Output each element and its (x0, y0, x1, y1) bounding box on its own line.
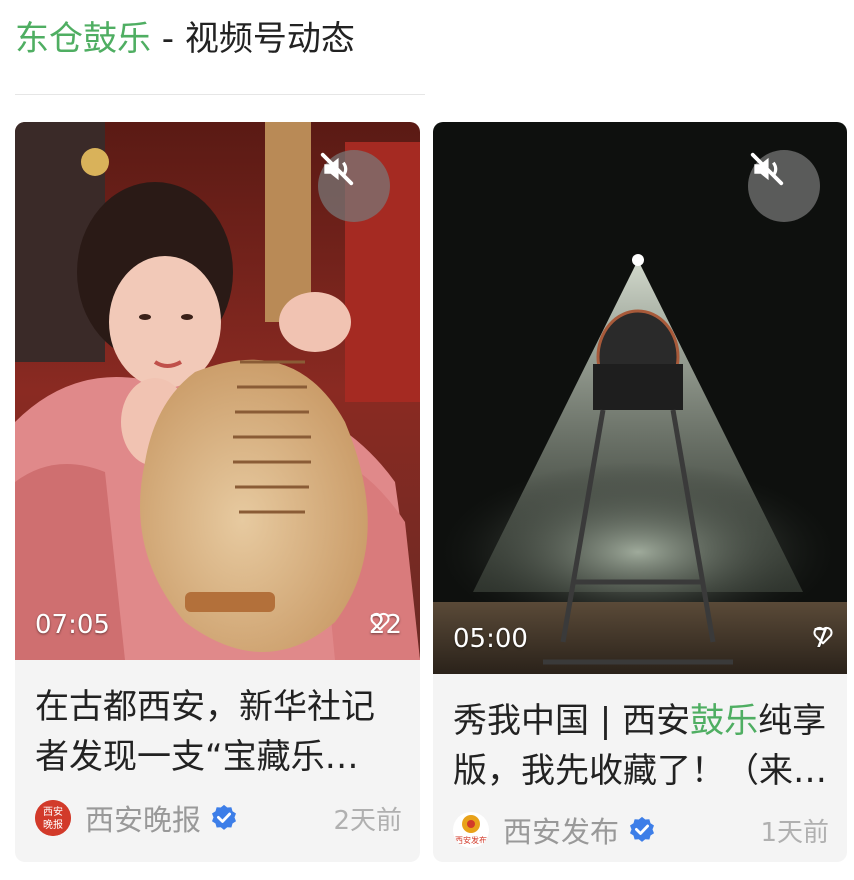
mute-button[interactable] (748, 150, 820, 222)
post-time: 1天前 (760, 817, 829, 848)
page-subtitle: - 视频号动态 (151, 19, 355, 59)
page-title: 东仓鼓乐 - 视频号动态 (15, 14, 355, 64)
source-name[interactable]: 西安发布 (503, 809, 619, 851)
header-divider (15, 94, 425, 95)
video-card[interactable]: 07:05 22 在古都西安，新华社记者发现一支“宝藏乐… 西安 晚报 西安晚报… (15, 122, 420, 862)
avatar[interactable]: 西安 晚报 (35, 800, 71, 836)
avatar[interactable]: 西安发布 (453, 812, 489, 848)
video-duration: 07:05 (35, 610, 110, 640)
verified-icon (630, 816, 655, 842)
video-thumbnail[interactable]: 05:00 7 (433, 122, 847, 674)
video-card[interactable]: 05:00 7 秀我中国 | 西安鼓乐纯享版，我先收藏了！（来… 西安发布 西安… (433, 122, 847, 862)
video-title-highlight: 鼓乐 (690, 701, 759, 741)
post-time: 2天前 (333, 805, 402, 836)
mute-button[interactable] (318, 150, 390, 222)
account-name[interactable]: 东仓鼓乐 (15, 19, 151, 59)
mute-icon (750, 152, 784, 186)
source-logo: 西安 晚报 (35, 800, 71, 836)
video-duration: 05:00 (453, 624, 528, 654)
svg-text:西安: 西安 (43, 805, 63, 818)
source-logo: 西安发布 (455, 815, 487, 845)
like-count[interactable]: 22 (369, 610, 402, 640)
svg-text:西安发布: 西安发布 (455, 835, 487, 845)
svg-text:晚报: 晚报 (43, 818, 63, 831)
heart-icon (370, 612, 390, 631)
heart-icon (813, 626, 833, 645)
source-name[interactable]: 西安晚报 (85, 797, 201, 839)
video-meta: 西安发布 西安发布 1天前 (453, 810, 829, 850)
mute-icon (320, 152, 354, 186)
video-title-start: 秀我中国 | 西安 (453, 701, 691, 741)
video-title[interactable]: 秀我中国 | 西安鼓乐纯享版，我先收藏了！（来… (453, 696, 829, 796)
like-count[interactable]: 7 (812, 624, 833, 654)
video-meta: 西安 晚报 西安晚报 2天前 (35, 798, 402, 838)
video-title[interactable]: 在古都西安，新华社记者发现一支“宝藏乐… (35, 682, 402, 782)
verified-icon (212, 804, 237, 830)
video-thumbnail[interactable]: 07:05 22 (15, 122, 420, 660)
